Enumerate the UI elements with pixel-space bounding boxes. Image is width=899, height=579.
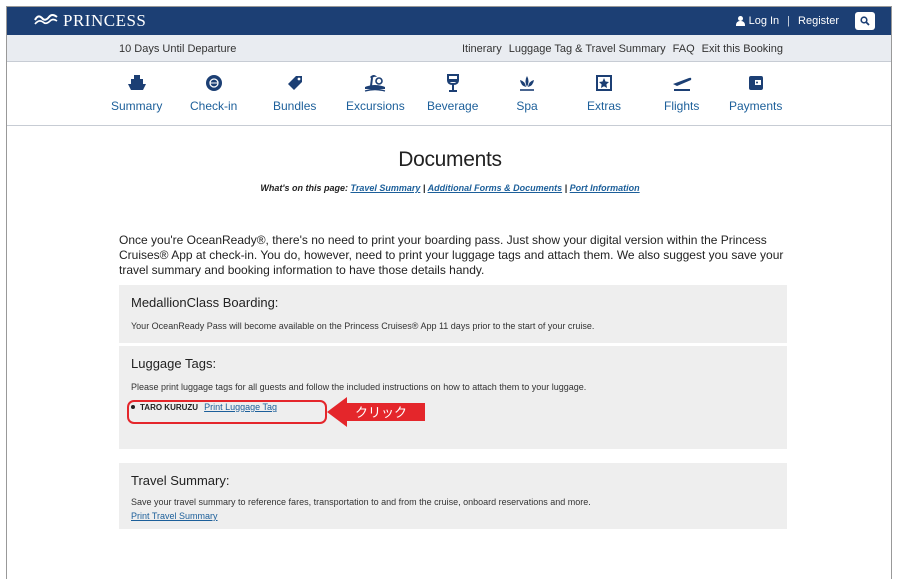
brand-name: PRINCESS — [63, 11, 147, 30]
jump-port-information[interactable]: Port Information — [570, 183, 640, 193]
luggage-panel: Luggage Tags: Please print luggage tags … — [119, 346, 787, 449]
nav-payments-label: Payments — [729, 99, 783, 113]
departure-countdown: 10 Days Until Departure — [119, 43, 237, 55]
seawitch-logo-icon — [33, 12, 59, 30]
booking-subbar: 10 Days Until Departure Itinerary Luggag… — [7, 35, 891, 62]
travel-summary-text: Save your travel summary to reference fa… — [131, 497, 591, 507]
tag-icon — [284, 72, 306, 94]
nav-summary[interactable]: Summary — [111, 72, 162, 113]
on-this-page-label: What's on this page: — [260, 183, 348, 193]
login-link[interactable]: Log In — [735, 15, 780, 27]
travel-summary-heading: Travel Summary: — [131, 473, 230, 488]
ship-icon — [126, 72, 148, 94]
jump-separator: | — [564, 183, 568, 193]
lotus-icon — [516, 72, 538, 94]
nav-beverage-label: Beverage — [427, 99, 479, 113]
nav-check-in-label: Check-in — [190, 99, 238, 113]
search-button[interactable] — [855, 12, 875, 30]
nav-spa-label: Spa — [516, 99, 538, 113]
nav-excursions[interactable]: Excursions — [346, 72, 405, 113]
star-box-icon — [593, 72, 615, 94]
print-travel-summary-link[interactable]: Print Travel Summary — [131, 511, 218, 521]
medallion-panel: MedallionClass Boarding: Your OceanReady… — [119, 285, 787, 343]
nav-bundles[interactable]: Bundles — [273, 72, 316, 113]
top-bar: PRINCESS Log In | Register — [7, 7, 891, 35]
nav-flights-label: Flights — [664, 99, 700, 113]
nav-extras[interactable]: Extras — [587, 72, 621, 113]
palm-island-icon — [364, 72, 386, 94]
account-links: Log In | Register — [735, 7, 875, 35]
nav-check-in[interactable]: Check-in — [190, 72, 237, 113]
princess-logo[interactable]: PRINCESS — [33, 11, 146, 31]
exit-booking-link[interactable]: Exit this Booking — [702, 43, 783, 55]
search-icon — [860, 16, 870, 26]
intro-text: Once you're OceanReady®, there's no need… — [119, 233, 784, 277]
nav-summary-label: Summary — [111, 99, 163, 113]
medallion-text: Your OceanReady Pass will become availab… — [131, 321, 595, 331]
page-title: Documents — [398, 148, 502, 171]
on-this-page: What's on this page: Travel Summary | Ad… — [7, 183, 891, 193]
medallion-heading: MedallionClass Boarding: — [131, 295, 279, 310]
luggage-summary-link[interactable]: Luggage Tag & Travel Summary — [509, 43, 666, 55]
luggage-heading: Luggage Tags: — [131, 356, 217, 371]
jump-additional-forms[interactable]: Additional Forms & Documents — [428, 183, 563, 193]
nav-spa[interactable]: Spa — [516, 72, 538, 113]
nav-beverage[interactable]: Beverage — [427, 72, 478, 113]
travel-summary-panel: Travel Summary: Save your travel summary… — [119, 463, 787, 529]
nav-bundles-label: Bundles — [273, 99, 317, 113]
jump-travel-summary[interactable]: Travel Summary — [350, 183, 420, 193]
register-link[interactable]: Register — [798, 15, 839, 27]
wine-glass-icon — [442, 72, 464, 94]
wallet-icon — [745, 72, 767, 94]
passport-icon — [203, 72, 225, 94]
click-annotation-label: クリック — [355, 406, 408, 421]
browser-frame: PRINCESS Log In | Register 10 Days Until… — [6, 6, 892, 579]
main-nav: Summary Check-in Bundles Excursions Beve… — [7, 62, 891, 126]
nav-flights[interactable]: Flights — [664, 72, 699, 113]
faq-link[interactable]: FAQ — [673, 43, 695, 55]
login-label: Log In — [748, 15, 780, 27]
nav-excursions-label: Excursions — [346, 99, 405, 113]
jump-separator: | — [422, 183, 426, 193]
nav-payments[interactable]: Payments — [729, 72, 782, 113]
luggage-text: Please print luggage tags for all guests… — [131, 382, 587, 392]
header-separator: | — [787, 15, 791, 27]
itinerary-link[interactable]: Itinerary — [462, 43, 502, 55]
booking-links: Itinerary Luggage Tag & Travel Summary F… — [462, 43, 783, 55]
nav-extras-label: Extras — [587, 99, 622, 113]
highlight-box — [127, 400, 327, 424]
plane-icon — [671, 72, 693, 94]
user-icon — [735, 16, 745, 26]
